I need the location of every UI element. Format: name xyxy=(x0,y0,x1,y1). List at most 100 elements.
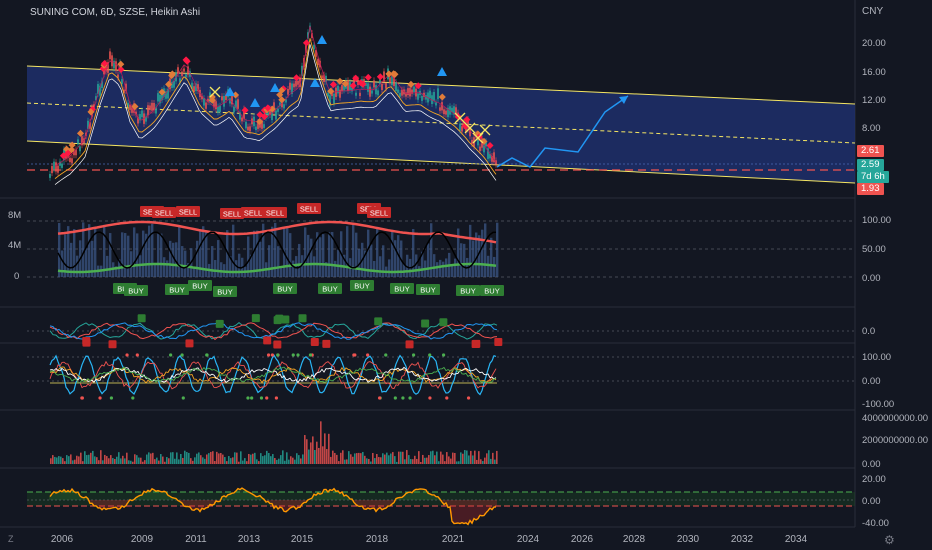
candle-body xyxy=(237,99,239,109)
histogram-bar xyxy=(82,461,84,464)
histogram-bar xyxy=(102,460,104,464)
volume-bar xyxy=(298,243,301,277)
candle-body xyxy=(77,139,79,145)
histogram-bar xyxy=(324,433,326,464)
candle-body xyxy=(437,88,439,100)
candle-body xyxy=(79,146,81,152)
histogram-bar xyxy=(284,460,286,464)
buy-signal: BUY xyxy=(390,283,414,294)
histogram-bar xyxy=(332,450,334,464)
candle-body xyxy=(327,92,329,97)
volume-bar xyxy=(484,223,487,277)
volume-bar xyxy=(133,227,136,277)
volume-bar xyxy=(379,256,382,277)
histogram-bar xyxy=(154,459,156,464)
volume-bar xyxy=(337,249,340,277)
volume-bar xyxy=(196,240,199,277)
candle-body xyxy=(297,80,299,85)
volume-axis-label: 8M xyxy=(8,210,22,221)
divergence-marker xyxy=(310,337,319,346)
volume-histogram-pane[interactable] xyxy=(50,421,498,464)
histogram-bar xyxy=(330,456,332,464)
signal-dot xyxy=(246,396,250,400)
histogram-bar xyxy=(292,457,294,464)
candle-body xyxy=(395,82,397,92)
histogram-bar xyxy=(340,452,342,464)
signal-dot xyxy=(411,353,416,357)
histogram-bar xyxy=(126,452,128,464)
volume-pane[interactable]: SELLSELLSELLSELLSELLSELLSELLSELLSELLBUYB… xyxy=(27,203,855,297)
histogram-bar xyxy=(76,455,78,464)
histogram-bar xyxy=(192,460,194,464)
signal-dot xyxy=(135,353,139,357)
histogram-bar xyxy=(492,452,494,464)
histogram-bar xyxy=(54,456,56,464)
buy-signal: BUY xyxy=(165,284,189,295)
histogram-bar xyxy=(196,453,198,464)
signal-dot xyxy=(366,353,370,357)
candle-body xyxy=(247,126,249,131)
volume-bar xyxy=(496,222,499,277)
volume-bar xyxy=(439,259,442,277)
histogram-bar xyxy=(286,452,288,464)
price-pane[interactable] xyxy=(26,22,856,185)
divergence-marker xyxy=(374,317,383,326)
volume-bar xyxy=(418,266,421,277)
zoom-icon[interactable]: Z xyxy=(8,534,14,544)
histogram-bar xyxy=(90,452,92,464)
candle-body xyxy=(409,87,411,97)
histogram-bar xyxy=(290,456,292,464)
candle-body xyxy=(49,173,51,178)
signal-dot xyxy=(308,353,313,357)
sell-signal: SELL xyxy=(263,207,287,218)
histogram-bar xyxy=(266,450,268,464)
volume-bar xyxy=(235,260,238,277)
histogram-bar xyxy=(162,456,164,464)
histogram-bar xyxy=(188,452,190,464)
histogram-bar xyxy=(98,460,100,464)
candle-body xyxy=(389,77,391,84)
histogram-bar xyxy=(230,458,232,464)
osc5-axis-label: -40.00 xyxy=(862,518,889,529)
candle-body xyxy=(249,126,251,132)
histogram-bar xyxy=(226,461,228,464)
sell-signal: SELL xyxy=(297,203,321,214)
time-axis-label: 2026 xyxy=(570,534,594,545)
chart-title[interactable]: SUNING COM, 6D, SZSE, Heikin Ashi xyxy=(30,7,200,18)
candle-body xyxy=(429,90,431,99)
oscillator-pane-5[interactable] xyxy=(27,487,855,526)
chart-canvas[interactable]: SELLSELLSELLSELLSELLSELLSELLSELLSELLBUYB… xyxy=(0,0,932,550)
signal-dot xyxy=(274,396,278,400)
candle-body xyxy=(121,79,123,84)
histogram-bar xyxy=(170,452,172,464)
histogram-bar xyxy=(398,451,400,464)
histogram-bar xyxy=(218,453,220,464)
signal-dot xyxy=(181,396,185,400)
time-axis-label: 2015 xyxy=(290,534,314,545)
candle-body xyxy=(203,98,205,106)
candle-body xyxy=(255,126,257,131)
volume-bar xyxy=(460,243,463,277)
histogram-bar xyxy=(386,452,388,464)
histogram-bar xyxy=(470,450,472,464)
volume-bar xyxy=(127,235,130,277)
buy-label: BUY xyxy=(322,285,337,294)
gear-icon[interactable]: ⚙ xyxy=(884,533,895,547)
candle-body xyxy=(443,109,445,115)
volume-bar xyxy=(88,224,91,277)
buy-signal: BUY xyxy=(213,286,237,297)
candle-body xyxy=(61,163,63,168)
histogram-bar xyxy=(480,459,482,464)
signal-dot xyxy=(291,353,295,357)
histogram-bar xyxy=(248,453,250,464)
histogram-bar xyxy=(434,455,436,464)
histogram-bar xyxy=(120,458,122,464)
volume-bar xyxy=(433,254,436,277)
oscillator-pane-3[interactable] xyxy=(27,353,855,400)
histogram-bar xyxy=(182,457,184,464)
volume-bar xyxy=(322,234,325,277)
histogram-bar xyxy=(408,455,410,464)
volume-bar xyxy=(373,260,376,277)
currency-label[interactable]: CNY xyxy=(862,6,883,17)
histogram-bar xyxy=(86,455,88,464)
